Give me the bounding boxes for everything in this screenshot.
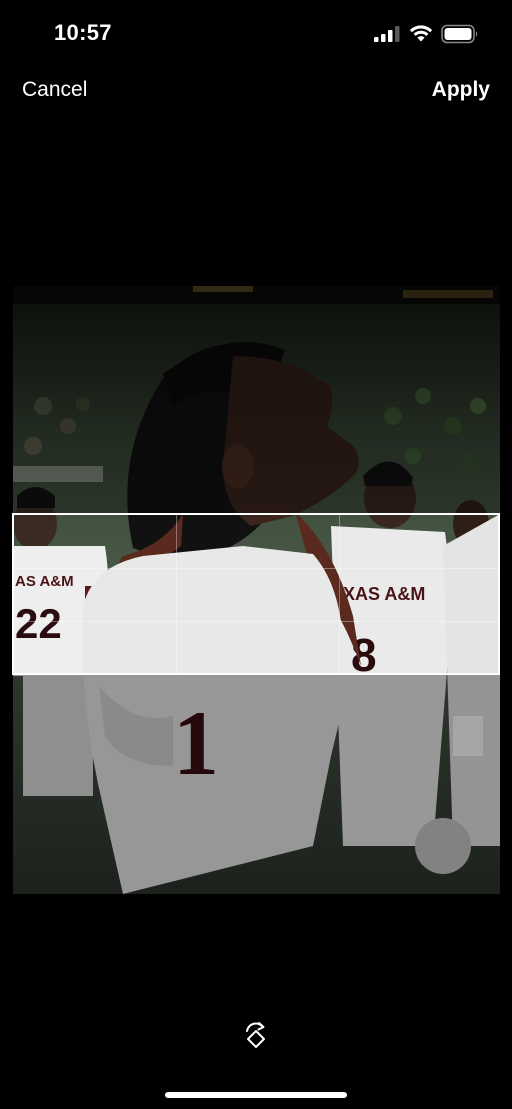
apply-button[interactable]: Apply — [432, 78, 490, 102]
status-time: 10:57 — [54, 20, 112, 45]
rotate-button[interactable] — [242, 1019, 270, 1051]
crop-grid-line — [176, 515, 177, 673]
cellular-signal-icon — [374, 26, 400, 42]
crop-frame[interactable] — [12, 513, 500, 675]
home-indicator[interactable] — [165, 1092, 347, 1098]
status-bar: 10:57 — [0, 0, 512, 68]
crop-grid-line — [339, 515, 340, 673]
crop-grid-line — [14, 621, 498, 622]
rotate-icon — [246, 1022, 265, 1048]
battery-icon — [441, 24, 478, 44]
wifi-icon — [409, 25, 433, 42]
cancel-button[interactable]: Cancel — [22, 78, 87, 102]
crop-grid-line — [14, 568, 498, 569]
